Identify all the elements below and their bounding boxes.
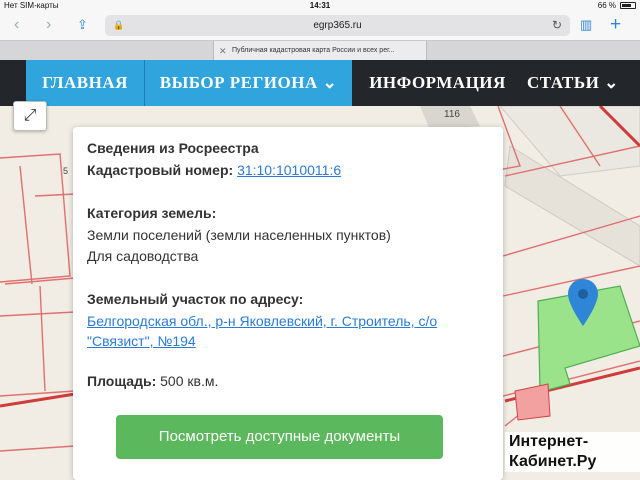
address-link-line1[interactable]: Белгородская обл., р-н Яковлевский, г. С… xyxy=(87,311,489,332)
battery-percent: 66 % xyxy=(597,1,616,10)
new-tab-icon[interactable]: + xyxy=(610,15,621,34)
address-link[interactable]: Белгородская обл., р-н Яковлевский, г. С… xyxy=(87,313,437,329)
cadastral-number-link[interactable]: 31:10:1010011:6 xyxy=(237,162,341,178)
address-link-cont[interactable]: "Связист", №194 xyxy=(87,333,196,349)
site-navigation: ГЛАВНАЯ ВЫБОР РЕГИОНА ⌄ ИНФОРМАЦИЯ СТАТЬ… xyxy=(0,60,640,106)
tab-title: Публичная кадастровая карта России и все… xyxy=(232,47,395,54)
category-label: Категория земель: xyxy=(87,205,217,221)
cadastral-row: Кадастровый номер: 31:10:1010011:6 xyxy=(87,160,489,181)
address-bar[interactable]: 🔒 egrp365.ru ↻ xyxy=(105,15,570,36)
share-icon[interactable]: ⇪ xyxy=(77,16,88,34)
nav-item-info[interactable]: ИНФОРМАЦИЯ xyxy=(360,60,515,106)
nav-item-articles[interactable]: СТАТЬИ ⌄ xyxy=(527,60,640,106)
nav-item-home[interactable]: ГЛАВНАЯ xyxy=(26,60,144,106)
status-right: 66 % xyxy=(598,1,636,10)
watermark-line2: Кабинет.Ру xyxy=(505,452,640,472)
cadastral-label: Кадастровый номер: xyxy=(87,162,234,178)
forward-icon[interactable]: › xyxy=(46,16,51,34)
map-label-5: 5 xyxy=(63,166,68,176)
card-title: Сведения из Росреестра xyxy=(87,140,259,156)
address-link-line2[interactable]: "Связист", №194 xyxy=(87,331,489,352)
lock-icon: 🔒 xyxy=(113,20,125,30)
battery-icon xyxy=(620,2,636,9)
address-label: Земельный участок по адресу: xyxy=(87,291,304,307)
url-text: egrp365.ru xyxy=(313,20,362,31)
watermark-line1: Интернет- xyxy=(505,432,640,452)
land-use-value: Для садоводства xyxy=(87,248,199,264)
area-label: Площадь: xyxy=(87,373,157,389)
bookmarks-icon[interactable]: ▥ xyxy=(580,16,592,34)
location-pin-icon[interactable] xyxy=(566,278,600,328)
map-label-116: 116 xyxy=(444,109,460,120)
close-tab-icon[interactable]: ✕ xyxy=(219,41,227,61)
clock: 14:31 xyxy=(309,1,331,10)
tab-active[interactable]: ✕ Публичная кадастровая карта России и в… xyxy=(213,41,427,61)
expand-icon: ⤢ xyxy=(23,107,37,124)
tab-strip: ✕ Публичная кадастровая карта России и в… xyxy=(0,40,640,61)
fullscreen-button[interactable]: ⤢ xyxy=(13,101,47,131)
area-value: 500 кв.м. xyxy=(160,373,219,389)
watermark: Интернет- Кабинет.Ру xyxy=(505,432,640,480)
back-icon[interactable]: ‹ xyxy=(14,16,19,34)
area-row: Площадь: 500 кв.м. xyxy=(87,371,489,392)
view-documents-button[interactable]: Посмотреть доступные документы xyxy=(116,415,443,459)
category-value: Земли поселений (земли населенных пункто… xyxy=(87,227,391,243)
reload-icon[interactable]: ↻ xyxy=(552,15,562,36)
browser-toolbar: ‹ › ⇪ 🔒 egrp365.ru ↻ ▥ + xyxy=(0,12,640,40)
parcel-info-card: Сведения из Росреестра Кадастровый номер… xyxy=(73,127,503,480)
status-bar: Нет SIM-карты 14:31 66 % xyxy=(0,0,640,12)
nav-item-region[interactable]: ВЫБОР РЕГИОНА ⌄ xyxy=(145,60,352,106)
